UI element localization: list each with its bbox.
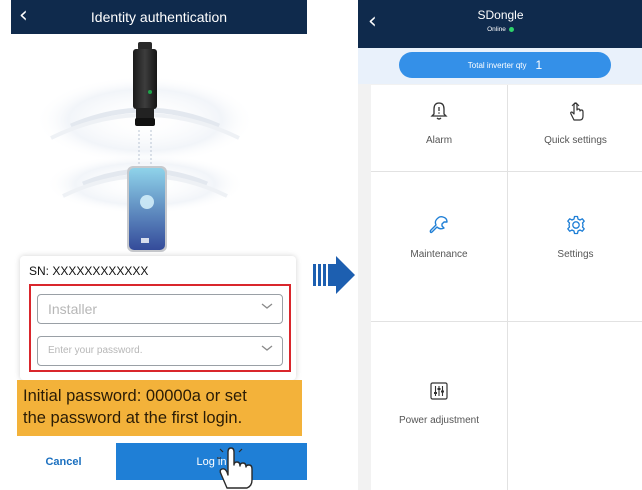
quick-settings-hand-icon	[569, 102, 584, 121]
page-title: Identity authentication	[90, 9, 228, 25]
smartphone-device	[127, 166, 167, 252]
inverter-qty-pill: Total inverter qty 1	[399, 52, 611, 78]
dongle-device	[133, 42, 157, 126]
tile-maintenance[interactable]: Maintenance	[371, 215, 507, 260]
grid-divider	[371, 321, 642, 322]
maintenance-wrench-icon	[429, 215, 448, 234]
status-line: Online	[358, 26, 642, 33]
tile-settings[interactable]: Settings	[508, 215, 642, 260]
settings-gear-icon	[566, 215, 585, 235]
note-line-2: the password at the first login.	[23, 409, 243, 427]
next-step-arrow-icon	[313, 256, 355, 294]
username-select[interactable]: Installer	[37, 294, 283, 324]
tile-power-adjustment-label: Power adjustment	[398, 415, 480, 426]
tile-alarm-label: Alarm	[425, 135, 453, 146]
password-placeholder: Enter your password.	[48, 345, 143, 356]
tile-maintenance-label: Maintenance	[410, 249, 468, 260]
tile-alarm[interactable]: Alarm	[371, 101, 507, 146]
initial-password-note: Initial password: 00000a or set the pass…	[17, 380, 302, 436]
identity-authentication-screen: ‹ Identity authentication SN: XXXXXXXXXX…	[11, 0, 307, 490]
sn-label: SN: XXXXXXXXXXXX	[29, 264, 149, 278]
note-line-1: Initial password: 00000a or set	[23, 387, 247, 405]
tile-settings-label: Settings	[557, 249, 594, 260]
inverter-qty-label: Total inverter qty	[467, 60, 527, 70]
sdongle-home-screen: ‹ SDongle Online Total inverter qty 1 Al…	[358, 0, 642, 490]
cancel-button[interactable]: Cancel	[11, 443, 116, 480]
device-title: SDongle	[477, 8, 524, 22]
tile-power-adjustment[interactable]: Power adjustment	[371, 381, 507, 426]
username-placeholder: Installer	[48, 301, 98, 317]
tap-hand-icon	[217, 447, 253, 489]
password-field[interactable]: Enter your password.	[37, 336, 283, 366]
summary-bar: Total inverter qty 1	[358, 48, 642, 84]
power-adjustment-sliders-icon	[430, 382, 448, 400]
tile-quick-settings[interactable]: Quick settings	[508, 101, 642, 146]
back-chevron-icon[interactable]: ‹	[19, 4, 28, 28]
inverter-qty-value: 1	[535, 58, 543, 72]
online-status-dot-icon	[508, 26, 514, 32]
screenshot-stage: ‹ Identity authentication SN: XXXXXXXXXX…	[0, 0, 642, 490]
function-grid: Alarm Quick settings Maintenance Setting…	[371, 85, 642, 490]
chevron-down-icon	[261, 303, 273, 309]
grid-divider	[371, 171, 642, 172]
chevron-down-icon	[261, 345, 273, 351]
credentials-highlight-box: Installer Enter your password.	[29, 284, 291, 372]
status-text: Online	[487, 26, 506, 33]
login-panel: SN: XXXXXXXXXXXX Installer Enter your pa…	[20, 256, 296, 380]
left-header-bar: ‹ Identity authentication	[11, 0, 307, 34]
alarm-bell-icon	[430, 102, 448, 120]
tile-quick-settings-label: Quick settings	[544, 135, 607, 146]
right-header-bar: ‹ SDongle Online	[358, 0, 642, 48]
dongle-phone-illustration	[11, 34, 307, 256]
